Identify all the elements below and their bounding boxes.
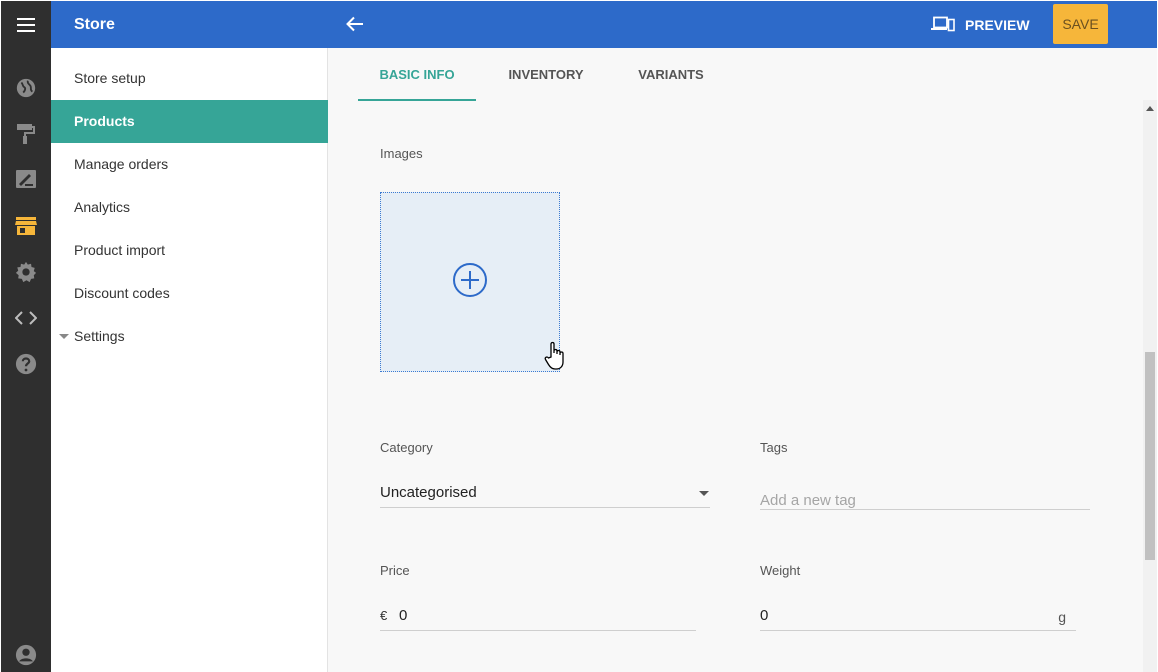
- tags-placeholder: Add a new tag: [760, 492, 856, 509]
- tab-variants[interactable]: VARIANTS: [624, 48, 718, 101]
- sidebar-item-settings[interactable]: Settings: [51, 315, 328, 358]
- code-icon[interactable]: [14, 306, 38, 330]
- weight-value: 0: [760, 607, 769, 624]
- tags-input[interactable]: Add a new tag: [760, 478, 1090, 510]
- help-icon[interactable]: [14, 352, 38, 376]
- currency-prefix: €: [380, 608, 388, 623]
- edit-icon[interactable]: [14, 168, 38, 192]
- account-icon[interactable]: [14, 643, 38, 667]
- weight-label: Weight: [760, 563, 801, 578]
- main-content: BASIC INFO INVENTORY VARIANTS Images Cat…: [328, 48, 1157, 672]
- sidebar: Store setup Products Manage orders Analy…: [51, 48, 328, 672]
- menu-icon[interactable]: [1, 1, 51, 48]
- dropdown-arrow-icon: [699, 491, 709, 496]
- price-value: 0: [399, 607, 408, 624]
- images-label: Images: [380, 146, 423, 161]
- sidebar-item-product-import[interactable]: Product import: [51, 229, 328, 272]
- scroll-up-arrow-icon[interactable]: [1146, 106, 1154, 111]
- weight-input[interactable]: 0 g: [760, 599, 1076, 631]
- save-button[interactable]: SAVE: [1053, 4, 1108, 44]
- paint-roller-icon[interactable]: [14, 122, 38, 146]
- store-icon[interactable]: [14, 214, 38, 238]
- preview-button[interactable]: PREVIEW: [931, 12, 1030, 38]
- category-select[interactable]: Uncategorised: [380, 476, 710, 508]
- scrollbar[interactable]: [1143, 100, 1157, 672]
- back-arrow-icon[interactable]: [343, 12, 367, 36]
- tab-basic-info[interactable]: BASIC INFO: [358, 48, 476, 101]
- page-title: Store: [74, 16, 115, 33]
- icon-rail: [1, 1, 51, 672]
- price-label: Price: [380, 563, 410, 578]
- caret-down-icon: [59, 334, 69, 339]
- sidebar-item-analytics[interactable]: Analytics: [51, 186, 328, 229]
- tags-label: Tags: [760, 440, 788, 455]
- devices-icon: [931, 16, 955, 35]
- category-value: Uncategorised: [380, 484, 477, 501]
- top-bar: Store PREVIEW SAVE: [51, 1, 1157, 48]
- add-circle-icon: [452, 262, 488, 303]
- sidebar-item-label: Settings: [74, 328, 125, 344]
- sidebar-item-manage-orders[interactable]: Manage orders: [51, 143, 328, 186]
- category-label: Category: [380, 440, 433, 455]
- tab-bar: BASIC INFO INVENTORY VARIANTS: [328, 48, 1157, 101]
- weight-unit: g: [1058, 609, 1066, 625]
- sidebar-item-products[interactable]: Products: [51, 100, 328, 143]
- gear-icon[interactable]: [14, 260, 38, 284]
- globe-icon[interactable]: [14, 76, 38, 100]
- preview-label: PREVIEW: [965, 17, 1030, 33]
- hand-cursor-icon: [544, 341, 568, 371]
- image-upload-area[interactable]: [380, 192, 560, 372]
- tab-inventory[interactable]: INVENTORY: [495, 48, 597, 101]
- sidebar-item-discount-codes[interactable]: Discount codes: [51, 272, 328, 315]
- price-input[interactable]: € 0: [380, 599, 696, 631]
- scrollbar-thumb[interactable]: [1145, 352, 1155, 560]
- sidebar-item-store-setup[interactable]: Store setup: [51, 57, 328, 100]
